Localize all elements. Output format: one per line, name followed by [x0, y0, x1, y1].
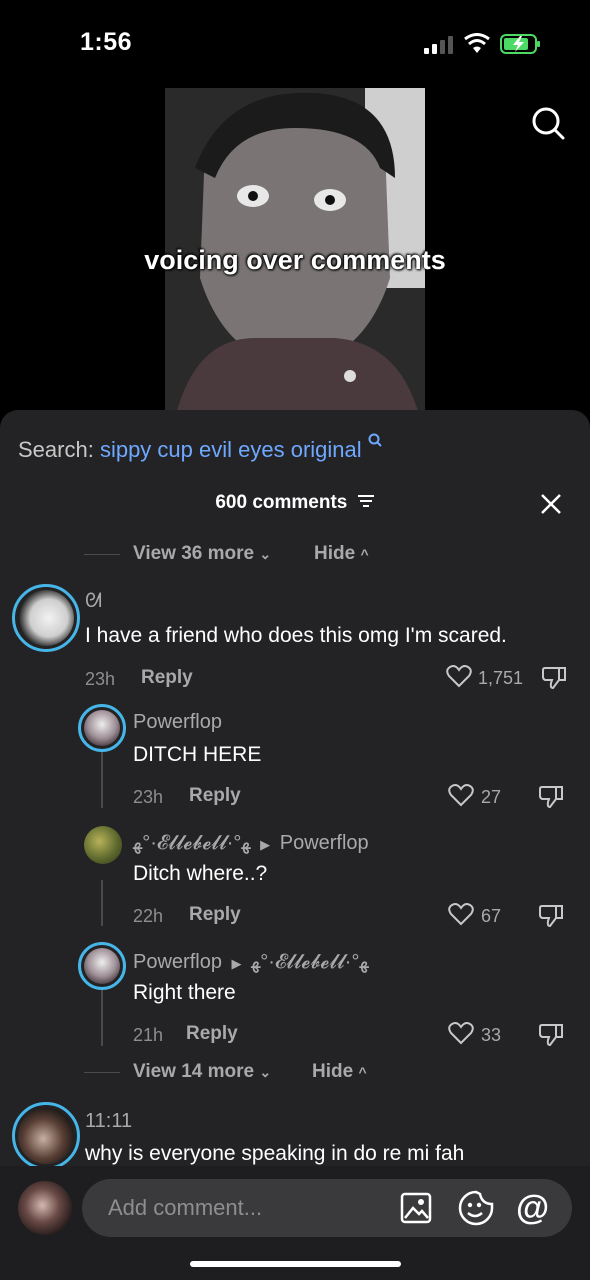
reply-button[interactable]: Reply	[141, 667, 193, 689]
comment-placeholder: Add comment...	[108, 1195, 263, 1220]
hide-replies[interactable]: Hide ^	[314, 543, 369, 565]
comment-time: 22h	[133, 906, 164, 926]
reply-button[interactable]: Reply	[186, 1023, 238, 1045]
divider	[84, 554, 120, 555]
dislike-icon[interactable]	[538, 1022, 564, 1053]
chevron-up-icon: ^	[360, 546, 369, 562]
comment-text: DITCH HERE	[133, 743, 262, 766]
comment-time: 21h	[133, 1025, 164, 1045]
comment-author[interactable]: ᘛ	[85, 590, 102, 613]
thread-line	[101, 990, 103, 1046]
user-avatar[interactable]	[18, 1181, 72, 1235]
search-query-link[interactable]: sippy cup evil eyes original	[100, 437, 362, 462]
avatar[interactable]	[78, 704, 126, 752]
comment-text: why is everyone speaking in do re mi fah	[85, 1142, 465, 1165]
video-caption: voicing over comments	[144, 245, 446, 275]
reply-button[interactable]: Reply	[189, 785, 241, 807]
search-suggestion[interactable]: Search: sippy cup evil eyes original	[18, 433, 382, 463]
comment-text: Ditch where..?	[133, 862, 268, 885]
search-small-icon	[368, 433, 382, 447]
view-more-label: View 14 more	[133, 1061, 255, 1082]
chevron-down-icon: ⌄	[259, 546, 272, 562]
signal-icon	[424, 36, 454, 54]
home-indicator	[190, 1261, 401, 1267]
author-name: Powerflop	[133, 951, 222, 973]
reply-arrow-icon: ▶	[231, 956, 242, 971]
divider	[84, 1072, 120, 1073]
chevron-up-icon: ^	[358, 1064, 367, 1080]
mention-icon[interactable]: @	[516, 1189, 549, 1228]
reply-to-name: ﻬ°·𝓔𝓵𝓵𝓮𝓫𝓮𝓵𝓵·°ﻬ	[251, 951, 369, 973]
filter-icon[interactable]	[357, 494, 375, 508]
close-icon[interactable]	[540, 493, 562, 515]
status-time: 1:56	[80, 28, 133, 56]
avatar[interactable]	[12, 584, 80, 652]
hide-replies[interactable]: Hide ^	[312, 1061, 367, 1083]
dislike-icon[interactable]	[538, 903, 564, 934]
wifi-icon	[463, 33, 491, 55]
dislike-icon[interactable]	[541, 665, 567, 696]
search-prefix: Search:	[18, 437, 94, 462]
like-count: 33	[481, 1025, 502, 1045]
emoji-icon[interactable]	[458, 1190, 494, 1231]
comment-author[interactable]: Powerflop	[133, 711, 222, 734]
view-more-replies[interactable]: View 36 more ⌄	[133, 543, 271, 565]
battery-icon	[500, 33, 542, 55]
like-count: 1,751	[478, 668, 524, 688]
image-icon[interactable]	[400, 1192, 432, 1229]
view-more-replies[interactable]: View 14 more ⌄	[133, 1061, 271, 1083]
avatar[interactable]	[12, 1102, 80, 1170]
comment-text: I have a friend who does this omg I'm sc…	[85, 624, 507, 647]
avatar[interactable]	[84, 826, 122, 864]
comment-author[interactable]: 11:11	[85, 1110, 132, 1133]
reply-to-name: Powerflop	[279, 832, 369, 854]
avatar[interactable]	[78, 942, 126, 990]
view-more-label: View 36 more	[133, 543, 255, 564]
comment-author[interactable]: Powerflop ▶ ﻬ°·𝓔𝓵𝓵𝓮𝓫𝓮𝓵𝓵·°ﻬ	[133, 949, 369, 974]
like-count: 67	[481, 906, 502, 926]
comment-time: 23h	[133, 787, 164, 807]
heart-icon[interactable]	[448, 902, 474, 931]
search-icon[interactable]	[530, 105, 566, 141]
thread-line	[101, 752, 103, 808]
heart-icon[interactable]	[446, 664, 472, 693]
reply-button[interactable]: Reply	[189, 904, 241, 926]
hide-label: Hide	[312, 1061, 354, 1082]
heart-icon[interactable]	[448, 783, 474, 812]
comments-count-label: 600 comments	[215, 492, 348, 513]
reply-arrow-icon: ▶	[260, 837, 271, 852]
comment-time: 23h	[85, 669, 116, 689]
thread-line	[101, 880, 103, 926]
hide-label: Hide	[314, 543, 356, 564]
heart-icon[interactable]	[448, 1021, 474, 1050]
author-name: ﻬ°·𝓔𝓵𝓵𝓮𝓫𝓮𝓵𝓵·°ﻬ	[133, 832, 251, 854]
comment-author[interactable]: ﻬ°·𝓔𝓵𝓵𝓮𝓫𝓮𝓵𝓵·°ﻬ ▶ Powerflop	[133, 830, 369, 855]
like-count: 27	[481, 787, 502, 807]
dislike-icon[interactable]	[538, 784, 564, 815]
chevron-down-icon: ⌄	[259, 1064, 272, 1080]
comment-text: Right there	[133, 981, 236, 1004]
comments-count: 600 comments	[0, 492, 590, 514]
